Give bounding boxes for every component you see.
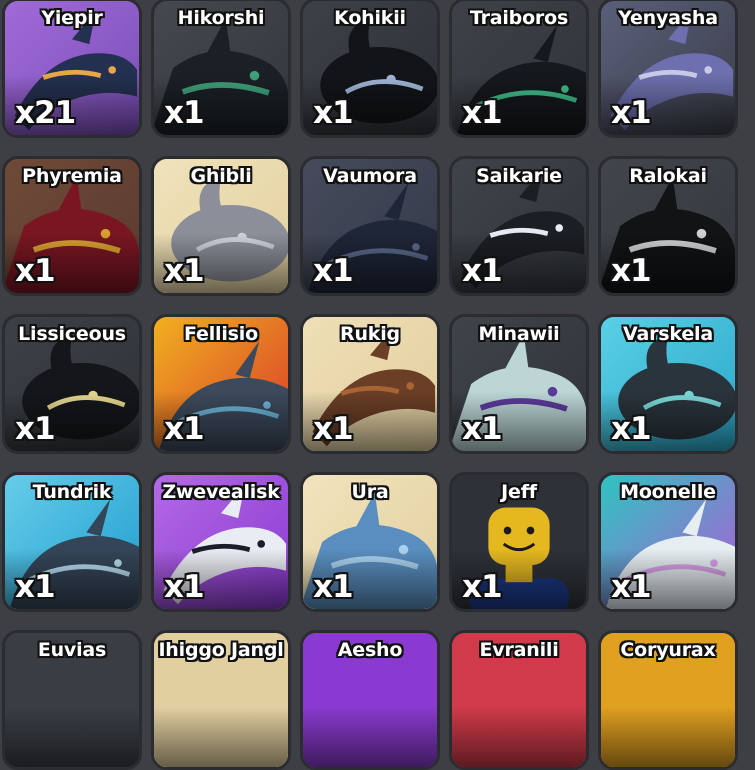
slot-shade <box>5 706 139 767</box>
slot-name: Tundrik <box>32 481 112 503</box>
slot-name: Moonelle <box>620 481 716 503</box>
slot-count: x1 <box>313 95 354 131</box>
inventory-slot[interactable]: Aesho <box>300 630 440 770</box>
slot-count: x1 <box>15 569 56 605</box>
slot-count: x1 <box>313 253 354 289</box>
slot-name: Evranili <box>479 639 559 661</box>
slot-name: Yiepir <box>41 7 103 29</box>
inventory-slot[interactable]: Ralokai x1 <box>598 156 738 296</box>
slot-count: x1 <box>164 569 205 605</box>
slot-count: x1 <box>462 411 503 447</box>
slot-count: x1 <box>15 411 56 447</box>
slot-count: x1 <box>164 95 205 131</box>
slot-name: Jeff <box>501 481 537 503</box>
inventory-slot[interactable]: Saikarie x1 <box>449 156 589 296</box>
inventory-slot[interactable]: Minawii x1 <box>449 314 589 454</box>
slot-count: x1 <box>462 95 503 131</box>
slot-count: x1 <box>611 569 652 605</box>
inventory-slot[interactable]: Evranili <box>449 630 589 770</box>
inventory-slot[interactable]: Jeff x1 <box>449 472 589 612</box>
slot-count: x1 <box>611 95 652 131</box>
slot-shade <box>303 706 437 767</box>
slot-count: x1 <box>313 411 354 447</box>
inventory-slot[interactable]: Rukig x1 <box>300 314 440 454</box>
inventory-slot[interactable]: Coryurax <box>598 630 738 770</box>
inventory-grid: Yiepir x21 Hikorshi x1 Kohikii x1 Traibo… <box>0 0 755 770</box>
slot-name: Ihiggo Jangl <box>158 639 284 661</box>
slot-shade <box>154 706 288 767</box>
slot-name: Yenyasha <box>618 7 718 29</box>
inventory-slot[interactable]: Yenyasha x1 <box>598 0 738 138</box>
slot-name: Aesho <box>337 639 403 661</box>
slot-count: x1 <box>164 411 205 447</box>
inventory-slot[interactable]: Kohikii x1 <box>300 0 440 138</box>
slot-name: Varskela <box>623 323 713 345</box>
slot-count: x1 <box>611 411 652 447</box>
slot-count: x21 <box>15 95 76 131</box>
inventory-slot[interactable]: Lissiceous x1 <box>2 314 142 454</box>
slot-name: Rukig <box>340 323 400 345</box>
slot-count: x1 <box>611 253 652 289</box>
inventory-slot[interactable]: Moonelle x1 <box>598 472 738 612</box>
inventory-slot[interactable]: Yiepir x21 <box>2 0 142 138</box>
slot-count: x1 <box>15 253 56 289</box>
slot-name: Ralokai <box>629 165 707 187</box>
inventory-slot[interactable]: Zwevealisk x1 <box>151 472 291 612</box>
inventory-slot[interactable]: Varskela x1 <box>598 314 738 454</box>
slot-count: x1 <box>164 253 205 289</box>
slot-count: x1 <box>462 569 503 605</box>
slot-shade <box>601 706 735 767</box>
slot-name: Traiboros <box>469 7 569 29</box>
slot-name: Kohikii <box>334 7 406 29</box>
slot-name: Zwevealisk <box>162 481 280 503</box>
slot-name: Lissiceous <box>18 323 126 345</box>
slot-name: Phyremia <box>22 165 122 187</box>
inventory-slot[interactable]: Vaumora x1 <box>300 156 440 296</box>
inventory-slot[interactable]: Tundrik x1 <box>2 472 142 612</box>
slot-shade <box>452 706 586 767</box>
slot-name: Ura <box>351 481 389 503</box>
slot-name: Coryurax <box>620 639 716 661</box>
slot-name: Fellisio <box>184 323 258 345</box>
slot-count: x1 <box>313 569 354 605</box>
inventory-slot[interactable]: Ghibli x1 <box>151 156 291 296</box>
inventory-slot[interactable]: Phyremia x1 <box>2 156 142 296</box>
slot-name: Hikorshi <box>177 7 265 29</box>
slot-name: Saikarie <box>476 165 562 187</box>
inventory-slot[interactable]: Fellisio x1 <box>151 314 291 454</box>
inventory-slot[interactable]: Ihiggo Jangl <box>151 630 291 770</box>
slot-name: Euvias <box>37 639 107 661</box>
inventory-slot[interactable]: Euvias <box>2 630 142 770</box>
slot-name: Ghibli <box>190 165 252 187</box>
slot-name: Minawii <box>478 323 560 345</box>
slot-name: Vaumora <box>323 165 417 187</box>
inventory-slot[interactable]: Hikorshi x1 <box>151 0 291 138</box>
inventory-slot[interactable]: Traiboros x1 <box>449 0 589 138</box>
slot-count: x1 <box>462 253 503 289</box>
inventory-slot[interactable]: Ura x1 <box>300 472 440 612</box>
